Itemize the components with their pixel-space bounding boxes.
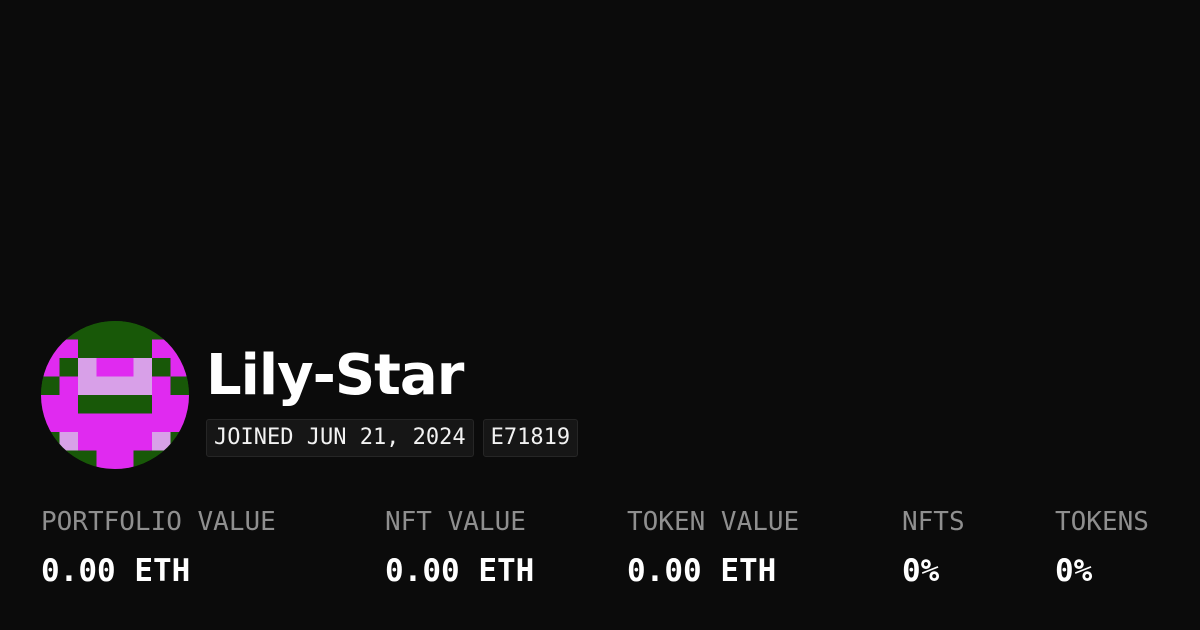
avatar-pixel <box>78 376 97 395</box>
avatar-pixel <box>170 321 189 340</box>
avatar-pixel <box>41 321 60 340</box>
stat-label: PORTFOLIO VALUE <box>41 507 276 537</box>
avatar-pixel <box>133 450 152 469</box>
avatar-pixel <box>115 358 134 377</box>
avatar-pixel <box>41 395 60 414</box>
avatar-pixel <box>115 450 134 469</box>
avatar-pixel <box>170 376 189 395</box>
avatar-pixel <box>41 450 60 469</box>
avatar-pixel <box>41 432 60 451</box>
stat-label: NFT VALUE <box>385 507 526 537</box>
avatar-pixel <box>152 413 171 432</box>
avatar-pixel <box>59 432 78 451</box>
avatar-pixel <box>41 376 60 395</box>
avatar-pixel <box>170 432 189 451</box>
avatar-pixel <box>152 376 171 395</box>
avatar-pixel <box>115 376 134 395</box>
stat-tokens: TOKENS 0% <box>1055 502 1149 591</box>
stat-nfts: NFTS 0% <box>902 502 965 591</box>
avatar-pixel <box>133 413 152 432</box>
avatar-pixel <box>78 450 97 469</box>
avatar-pixel <box>41 358 60 377</box>
avatar-pixel <box>133 339 152 358</box>
avatar-pixel <box>41 339 60 358</box>
avatar-pixel <box>133 432 152 451</box>
avatar-pixel <box>78 432 97 451</box>
avatar-pixel <box>59 358 78 377</box>
stat-value: 0.00 ETH <box>627 553 777 589</box>
avatar-pixel-art <box>41 321 189 469</box>
avatar-pixel <box>78 339 97 358</box>
stat-label: TOKENS <box>1055 507 1149 537</box>
avatar-pixel <box>115 413 134 432</box>
avatar-pixel <box>170 413 189 432</box>
avatar-pixel <box>59 395 78 414</box>
avatar-pixel <box>133 376 152 395</box>
avatar <box>41 321 189 469</box>
avatar-pixel <box>152 432 171 451</box>
avatar-pixel <box>170 339 189 358</box>
avatar-pixel <box>152 321 171 340</box>
avatar-pixel <box>152 339 171 358</box>
avatar-pixel <box>78 358 97 377</box>
profile-card: Lily-Star JOINED JUN 21, 2024 E71819 POR… <box>0 0 1200 630</box>
id-badge: E71819 <box>482 419 579 457</box>
avatar-pixel <box>78 395 97 414</box>
avatar-pixel <box>59 413 78 432</box>
stat-value: 0.00 ETH <box>385 553 535 589</box>
stat-value: 0% <box>1055 553 1093 589</box>
avatar-pixel <box>152 395 171 414</box>
stat-value: 0% <box>902 553 940 589</box>
avatar-pixel <box>115 339 134 358</box>
avatar-pixel <box>78 321 97 340</box>
avatar-pixel <box>59 450 78 469</box>
avatar-pixel <box>133 358 152 377</box>
avatar-pixel <box>96 450 115 469</box>
avatar-pixel <box>170 358 189 377</box>
avatar-pixel <box>170 450 189 469</box>
stat-token-value: TOKEN VALUE 0.00 ETH <box>627 502 799 591</box>
avatar-pixel <box>78 413 97 432</box>
avatar-pixel <box>96 413 115 432</box>
username: Lily-Star <box>206 343 464 408</box>
avatar-pixel <box>96 432 115 451</box>
avatar-pixel <box>115 395 134 414</box>
avatar-pixel <box>133 395 152 414</box>
avatar-pixel <box>96 395 115 414</box>
avatar-pixel <box>115 321 134 340</box>
profile-badges: JOINED JUN 21, 2024 E71819 <box>206 419 579 457</box>
stat-portfolio-value: PORTFOLIO VALUE 0.00 ETH <box>41 502 276 591</box>
avatar-pixel <box>41 413 60 432</box>
avatar-pixel <box>59 339 78 358</box>
avatar-pixel <box>115 432 134 451</box>
avatar-pixel <box>170 395 189 414</box>
joined-date-badge: JOINED JUN 21, 2024 <box>206 419 474 457</box>
stat-label: TOKEN VALUE <box>627 507 800 537</box>
avatar-pixel <box>59 376 78 395</box>
avatar-pixel <box>152 450 171 469</box>
avatar-pixel <box>96 321 115 340</box>
stat-nft-value: NFT VALUE 0.00 ETH <box>385 502 534 591</box>
avatar-pixel <box>133 321 152 340</box>
stat-value: 0.00 ETH <box>41 553 191 589</box>
avatar-pixel <box>152 358 171 377</box>
avatar-pixel <box>96 376 115 395</box>
avatar-pixel <box>96 339 115 358</box>
avatar-pixel <box>96 358 115 377</box>
avatar-pixel <box>59 321 78 340</box>
stat-label: NFTS <box>902 507 965 537</box>
